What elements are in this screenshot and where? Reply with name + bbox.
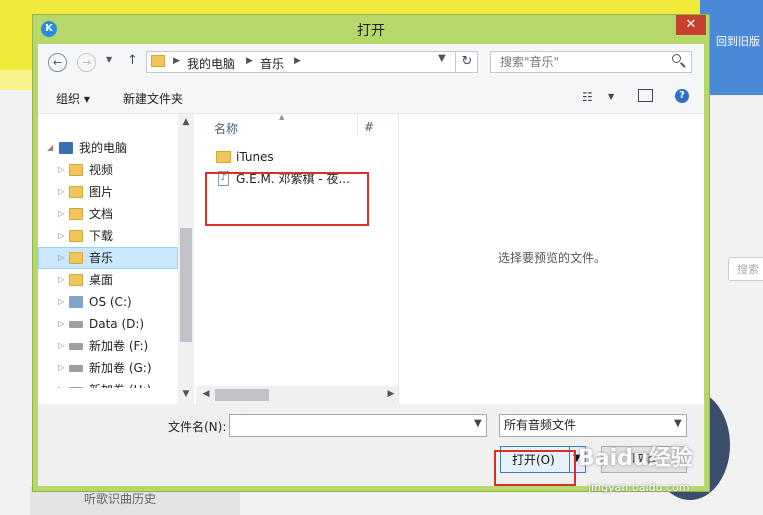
scroll-right-arrow-icon[interactable]: ▶	[383, 389, 399, 399]
tree-item-drive-d[interactable]: ▷ Data (D:)	[38, 313, 178, 335]
tree-item-label: 新加卷 (H:)	[89, 379, 151, 388]
recent-locations-chevron-icon[interactable]: ▼	[106, 55, 112, 64]
drive-icon	[69, 343, 83, 350]
help-icon[interactable]: ?	[675, 89, 689, 103]
tree-item-documents[interactable]: ▷ 文档	[38, 203, 178, 225]
column-header-name[interactable]: 名称	[214, 120, 238, 137]
preview-pane-icon[interactable]	[638, 89, 653, 102]
expand-arrow-icon[interactable]: ▷	[58, 247, 64, 269]
filename-input[interactable]	[229, 414, 487, 437]
windows-drive-icon	[69, 296, 83, 308]
file-item-label: iTunes	[236, 150, 274, 164]
file-list-scroll-thumb[interactable]	[215, 389, 269, 401]
breadcrumb-music[interactable]: 音乐	[260, 55, 284, 72]
folder-icon	[216, 151, 231, 163]
filetype-select[interactable]: 所有音频文件	[499, 414, 687, 437]
red-annotation-box-file	[205, 172, 369, 226]
navigation-tree: ◢ 我的电脑 ▷ 视频 ▷ 图片 ▷ 文档 ▷ 下载 ▷ 音乐 ▷ 桌面 ▷ O…	[38, 137, 178, 388]
desktop-folder-icon	[69, 274, 83, 286]
expand-arrow-icon[interactable]: ▷	[58, 203, 64, 225]
column-separator[interactable]	[357, 114, 358, 136]
navigation-pane-scroll-thumb[interactable]	[180, 228, 192, 342]
drive-icon	[69, 387, 83, 388]
expand-arrow-icon[interactable]: ▷	[58, 291, 64, 313]
tree-item-videos[interactable]: ▷ 视频	[38, 159, 178, 181]
tree-item-label: 下载	[89, 229, 114, 243]
tree-item-label: 文档	[89, 207, 114, 221]
tree-item-label: 我的电脑	[79, 141, 128, 155]
file-item-itunes[interactable]: iTunes	[196, 146, 396, 168]
breadcrumb-separator-icon[interactable]: ▶	[294, 56, 301, 66]
tree-item-drive-h[interactable]: ▷ 新加卷 (H:)	[38, 379, 178, 388]
picture-folder-icon	[69, 186, 83, 198]
background-search-input[interactable]: 搜索	[728, 257, 763, 281]
dialog-title: 打开	[357, 23, 385, 39]
preview-message: 选择要预览的文件。	[497, 251, 606, 265]
tree-item-my-computer[interactable]: ◢ 我的电脑	[38, 137, 178, 159]
expand-arrow-icon[interactable]: ▷	[58, 335, 64, 357]
breadcrumb-separator-icon[interactable]: ▶	[173, 56, 180, 66]
filename-label: 文件名(N):	[168, 420, 227, 434]
tree-item-label: 新加卷 (G:)	[89, 361, 152, 375]
song-recognition-history-link[interactable]: 听歌识曲历史	[84, 490, 156, 507]
document-folder-icon	[69, 208, 83, 220]
organize-button[interactable]: 组织 ▾	[56, 90, 90, 107]
tree-item-drive-f[interactable]: ▷ 新加卷 (F:)	[38, 335, 178, 357]
tree-item-label: Data (D:)	[89, 317, 145, 331]
tree-item-label: 音乐	[89, 251, 114, 265]
new-folder-button[interactable]: 新建文件夹	[123, 90, 183, 107]
expand-arrow-icon[interactable]: ▷	[58, 181, 64, 203]
tree-item-label: 新加卷 (F:)	[89, 339, 149, 353]
view-options-chevron-icon[interactable]: ▼	[608, 92, 614, 101]
search-icon[interactable]	[672, 54, 681, 63]
scroll-left-arrow-icon[interactable]: ◀	[198, 389, 214, 399]
tree-item-label: OS (C:)	[89, 295, 132, 309]
search-input[interactable]: 搜索"音乐"	[490, 51, 692, 73]
address-dropdown-chevron-icon[interactable]: ▼	[438, 53, 446, 64]
drive-icon	[69, 321, 83, 328]
expand-arrow-icon[interactable]: ▷	[58, 269, 64, 291]
tree-item-downloads[interactable]: ▷ 下载	[38, 225, 178, 247]
expand-arrow-icon[interactable]: ▷	[58, 379, 64, 388]
tree-item-drive-c[interactable]: ▷ OS (C:)	[38, 291, 178, 313]
address-folder-icon	[151, 55, 165, 67]
forward-button[interactable]: →	[77, 53, 96, 72]
expand-arrow-icon[interactable]: ▷	[58, 357, 64, 379]
music-folder-icon	[69, 252, 83, 264]
filetype-chevron-icon[interactable]: ▼	[674, 418, 682, 429]
baidu-watermark: Baidu经验	[578, 446, 693, 471]
expand-arrow-icon[interactable]: ▷	[58, 313, 64, 335]
baidu-watermark-url: jingyan.baidu.com	[588, 481, 690, 494]
expand-arrow-icon[interactable]: ▷	[58, 225, 64, 247]
sort-ascending-icon: ▲	[279, 113, 285, 121]
column-header-number[interactable]: #	[364, 120, 374, 134]
breadcrumb-my-computer[interactable]: 我的电脑	[187, 55, 235, 72]
back-button[interactable]: ←	[48, 53, 67, 72]
expand-arrow-icon[interactable]: ▷	[58, 159, 64, 181]
tree-item-label: 视频	[89, 163, 114, 177]
up-button[interactable]: ↑	[127, 53, 138, 68]
filename-history-chevron-icon[interactable]: ▼	[474, 418, 482, 429]
tree-item-label: 桌面	[89, 273, 114, 287]
computer-icon	[59, 142, 73, 154]
red-annotation-box-open	[494, 450, 576, 486]
close-button[interactable]: ✕	[676, 15, 706, 35]
tree-item-pictures[interactable]: ▷ 图片	[38, 181, 178, 203]
breadcrumb-separator-icon[interactable]: ▶	[246, 56, 253, 66]
tree-item-label: 图片	[89, 185, 114, 199]
refresh-button[interactable]: ↻	[455, 51, 478, 73]
scroll-up-arrow-icon[interactable]: ▲	[178, 117, 194, 127]
list-view-icon[interactable]: ☷	[582, 90, 593, 104]
tree-item-drive-g[interactable]: ▷ 新加卷 (G:)	[38, 357, 178, 379]
download-folder-icon	[69, 230, 83, 242]
collapse-arrow-icon[interactable]: ◢	[47, 137, 53, 159]
preview-pane-divider[interactable]	[398, 114, 399, 404]
tree-item-desktop[interactable]: ▷ 桌面	[38, 269, 178, 291]
video-folder-icon	[69, 164, 83, 176]
scroll-down-arrow-icon[interactable]: ▼	[178, 389, 194, 399]
tree-item-music[interactable]: ▷ 音乐	[38, 247, 178, 269]
drive-icon	[69, 365, 83, 372]
